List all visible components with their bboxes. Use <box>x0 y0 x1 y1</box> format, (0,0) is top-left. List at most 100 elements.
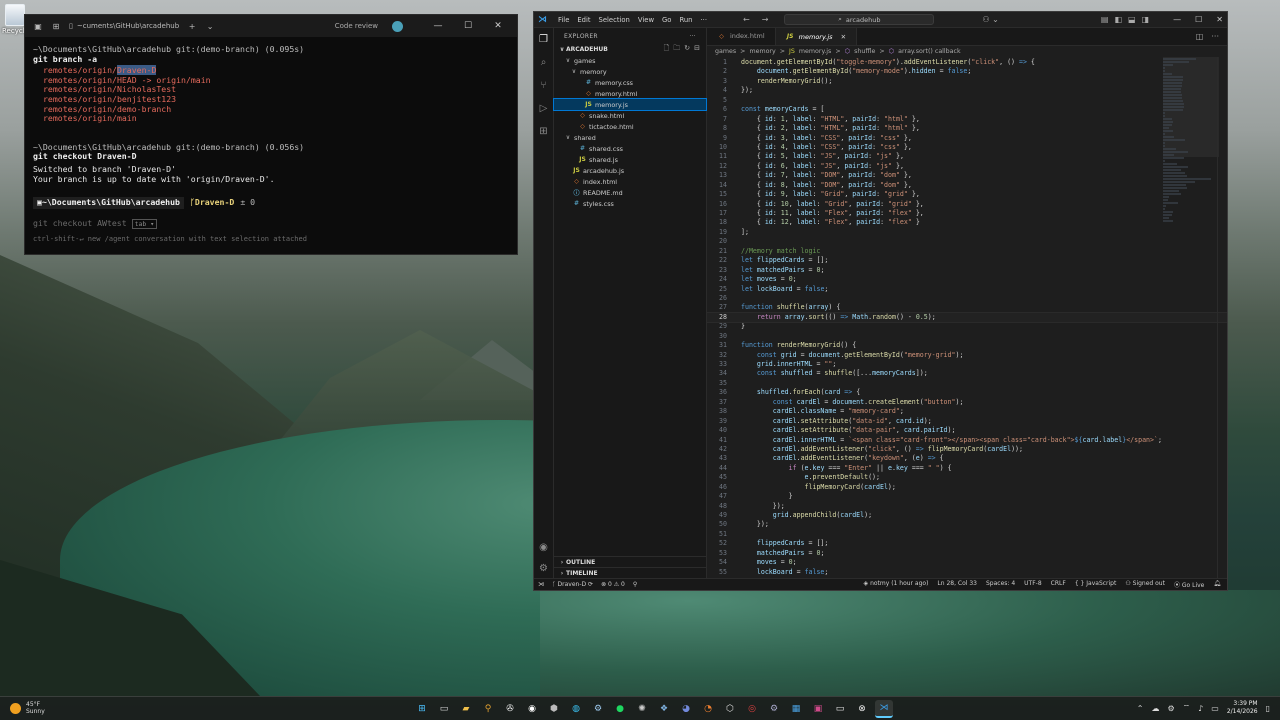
terminal-output[interactable]: ~\Documents\GitHub\arcadehub git:(demo-b… <box>25 37 517 253</box>
battery-icon[interactable]: ▭ <box>1211 704 1219 713</box>
toggle-panel-icon[interactable]: ⬓ <box>1128 15 1136 24</box>
tree-file[interactable]: # shared.css <box>554 143 706 154</box>
terminal-app-icon[interactable]: ▭ <box>831 700 849 718</box>
menu-view[interactable]: View <box>638 16 654 24</box>
chevron-up-icon[interactable]: ⌃ <box>1137 704 1144 713</box>
new-tab-icon[interactable]: + <box>187 21 197 31</box>
more-actions-icon[interactable]: ··· <box>1211 32 1219 41</box>
more-actions-icon[interactable]: ··· <box>689 33 696 40</box>
source-control-icon[interactable]: ⑂ <box>541 80 547 91</box>
menu-run[interactable]: Run <box>679 16 692 24</box>
copilot-icon[interactable]: ⚇ ⌄ <box>982 15 998 24</box>
menu-more[interactable]: ··· <box>701 16 707 24</box>
close-tab-icon[interactable]: ✕ <box>841 33 846 41</box>
edge-browser-icon[interactable]: ◍ <box>567 700 585 718</box>
settings-icon[interactable]: ⚙ <box>765 700 783 718</box>
github-icon[interactable]: ◉ <box>523 700 541 718</box>
search-app-icon[interactable]: ⚲ <box>479 700 497 718</box>
toggle-sidebar-icon[interactable]: ◧ <box>1114 15 1122 24</box>
onedrive-icon[interactable]: ☁ <box>1151 704 1159 713</box>
menu-edit[interactable]: Edit <box>577 16 590 24</box>
new-folder-icon[interactable]: 🗀 <box>673 44 680 55</box>
close-icon[interactable]: ✕ <box>1216 15 1223 24</box>
network-icon[interactable]: ⌔ <box>1183 703 1191 713</box>
spotify-icon[interactable]: ● <box>611 700 629 718</box>
back-arrow-icon[interactable]: ← <box>743 15 750 24</box>
go-live-button[interactable]: ⦿ Go Live <box>1174 580 1204 589</box>
weather-widget[interactable]: 45°F Sunny <box>10 701 45 715</box>
encoding-status[interactable]: UTF-8 <box>1024 580 1042 589</box>
refresh-icon[interactable]: ↻ <box>684 44 690 55</box>
forward-arrow-icon[interactable]: → <box>762 15 769 24</box>
tree-folder[interactable]: ∨ games <box>554 55 706 66</box>
app-icon[interactable]: ⬡ <box>721 700 739 718</box>
vscode-taskbar-icon[interactable]: ⋊ <box>875 700 893 718</box>
tree-file[interactable]: ◇ snake.html <box>554 110 706 121</box>
steam-icon[interactable]: ⚙ <box>589 700 607 718</box>
layout-editor-icon[interactable]: ▤ <box>1101 15 1109 24</box>
account-icon[interactable]: ◉ <box>539 542 548 553</box>
close-icon[interactable]: ✕ <box>487 21 509 31</box>
remote-icon[interactable]: ⋊ <box>538 581 544 588</box>
minimize-icon[interactable]: — <box>427 21 449 31</box>
notifications-bell-icon[interactable]: 🔔︎ <box>1213 580 1221 589</box>
minimize-icon[interactable]: — <box>1173 15 1181 24</box>
tree-file[interactable]: JS memory.js <box>553 98 707 111</box>
tree-file[interactable]: JS arcadehub.js <box>554 165 706 176</box>
app-icon[interactable]: ❖ <box>655 700 673 718</box>
tree-file[interactable]: ◇ index.html <box>554 176 706 187</box>
openai-icon[interactable]: ✺ <box>633 700 651 718</box>
menu-selection[interactable]: Selection <box>599 16 630 24</box>
discord-icon[interactable]: ◕ <box>677 700 695 718</box>
maximize-icon[interactable]: ☐ <box>457 21 479 31</box>
indentation-status[interactable]: Spaces: 4 <box>986 580 1015 589</box>
breadcrumb-item[interactable]: memory <box>749 48 775 55</box>
breadcrumb-item[interactable]: shuffle <box>854 48 875 55</box>
blender-icon[interactable]: ◔ <box>699 700 717 718</box>
tree-file[interactable]: # styles.css <box>554 198 706 209</box>
workspace-root[interactable]: ∨ ARCADEHUB 🗋 🗀 ↻ ⊟ <box>554 44 706 55</box>
start-windows-icon[interactable]: ⊞ <box>413 700 431 718</box>
clock[interactable]: 3:39 PM 2/14/2026 <box>1227 700 1258 716</box>
command-input[interactable]: git checkout AWtest tab ▾ <box>33 218 509 230</box>
accounts-status[interactable]: ⚇ Signed out <box>1125 580 1165 589</box>
git-blame-status[interactable]: ◈ notmy (1 hour ago) <box>864 580 929 589</box>
app-tray-icon[interactable]: ⚙ <box>1167 704 1174 713</box>
breadcrumb-item[interactable]: array.sort() callback <box>898 48 961 55</box>
ports-icon[interactable]: ⚲ <box>633 581 637 588</box>
task-view-icon[interactable]: ▭ <box>435 700 453 718</box>
tree-file[interactable]: ◇ memory.html <box>554 88 706 99</box>
breadcrumb-item[interactable]: games <box>715 48 736 55</box>
tab-index-html[interactable]: ◇ index.html <box>707 28 776 45</box>
app-icon[interactable]: ▣ <box>809 700 827 718</box>
tree-file[interactable]: JS shared.js <box>554 154 706 165</box>
maximize-icon[interactable]: ☐ <box>1195 15 1202 24</box>
menu-go[interactable]: Go <box>662 16 671 24</box>
tree-file[interactable]: # memory.css <box>554 77 706 88</box>
chrome-icon[interactable]: ◎ <box>743 700 761 718</box>
app-icon[interactable]: ▦ <box>787 700 805 718</box>
tree-file[interactable]: ⓘ README.md <box>554 187 706 198</box>
vertical-scrollbar[interactable] <box>1217 57 1227 578</box>
breadcrumb-item[interactable]: memory.js <box>799 48 831 55</box>
tab-dropdown-icon[interactable]: ⌄ <box>205 21 215 31</box>
toggle-secondary-sidebar-icon[interactable]: ◨ <box>1142 15 1150 24</box>
terminal-tab[interactable]: ▯ ~cuments\GitHub\arcadehub <box>69 22 179 30</box>
branch-status[interactable]: ᚴ Draven-D ⟳ <box>552 581 593 588</box>
extensions-icon[interactable]: ⊞ <box>539 126 547 137</box>
grid-icon[interactable]: ⊞ <box>51 21 61 31</box>
sidebar-toggle-icon[interactable]: ▣ <box>33 21 43 31</box>
tree-folder[interactable]: ∨ memory <box>554 66 706 77</box>
settings-gear-icon[interactable]: ⚙ <box>539 563 548 574</box>
chatgpt-icon[interactable]: ✇ <box>501 700 519 718</box>
command-center-search[interactable]: ⌕ arcadehub <box>784 14 935 25</box>
run-debug-icon[interactable]: ▷ <box>540 103 548 114</box>
tree-folder[interactable]: ∨ shared <box>554 132 706 143</box>
xbox-icon[interactable]: ⊗ <box>853 700 871 718</box>
code-review-button[interactable]: Code review <box>335 22 378 30</box>
split-editor-icon[interactable]: ◫ <box>1196 32 1204 41</box>
eol-status[interactable]: CRLF <box>1051 580 1066 589</box>
file-explorer-icon[interactable]: ▰ <box>457 700 475 718</box>
problems-status[interactable]: ⊗ 0 ⚠ 0 <box>601 581 625 588</box>
collapse-all-icon[interactable]: ⊟ <box>694 44 700 55</box>
